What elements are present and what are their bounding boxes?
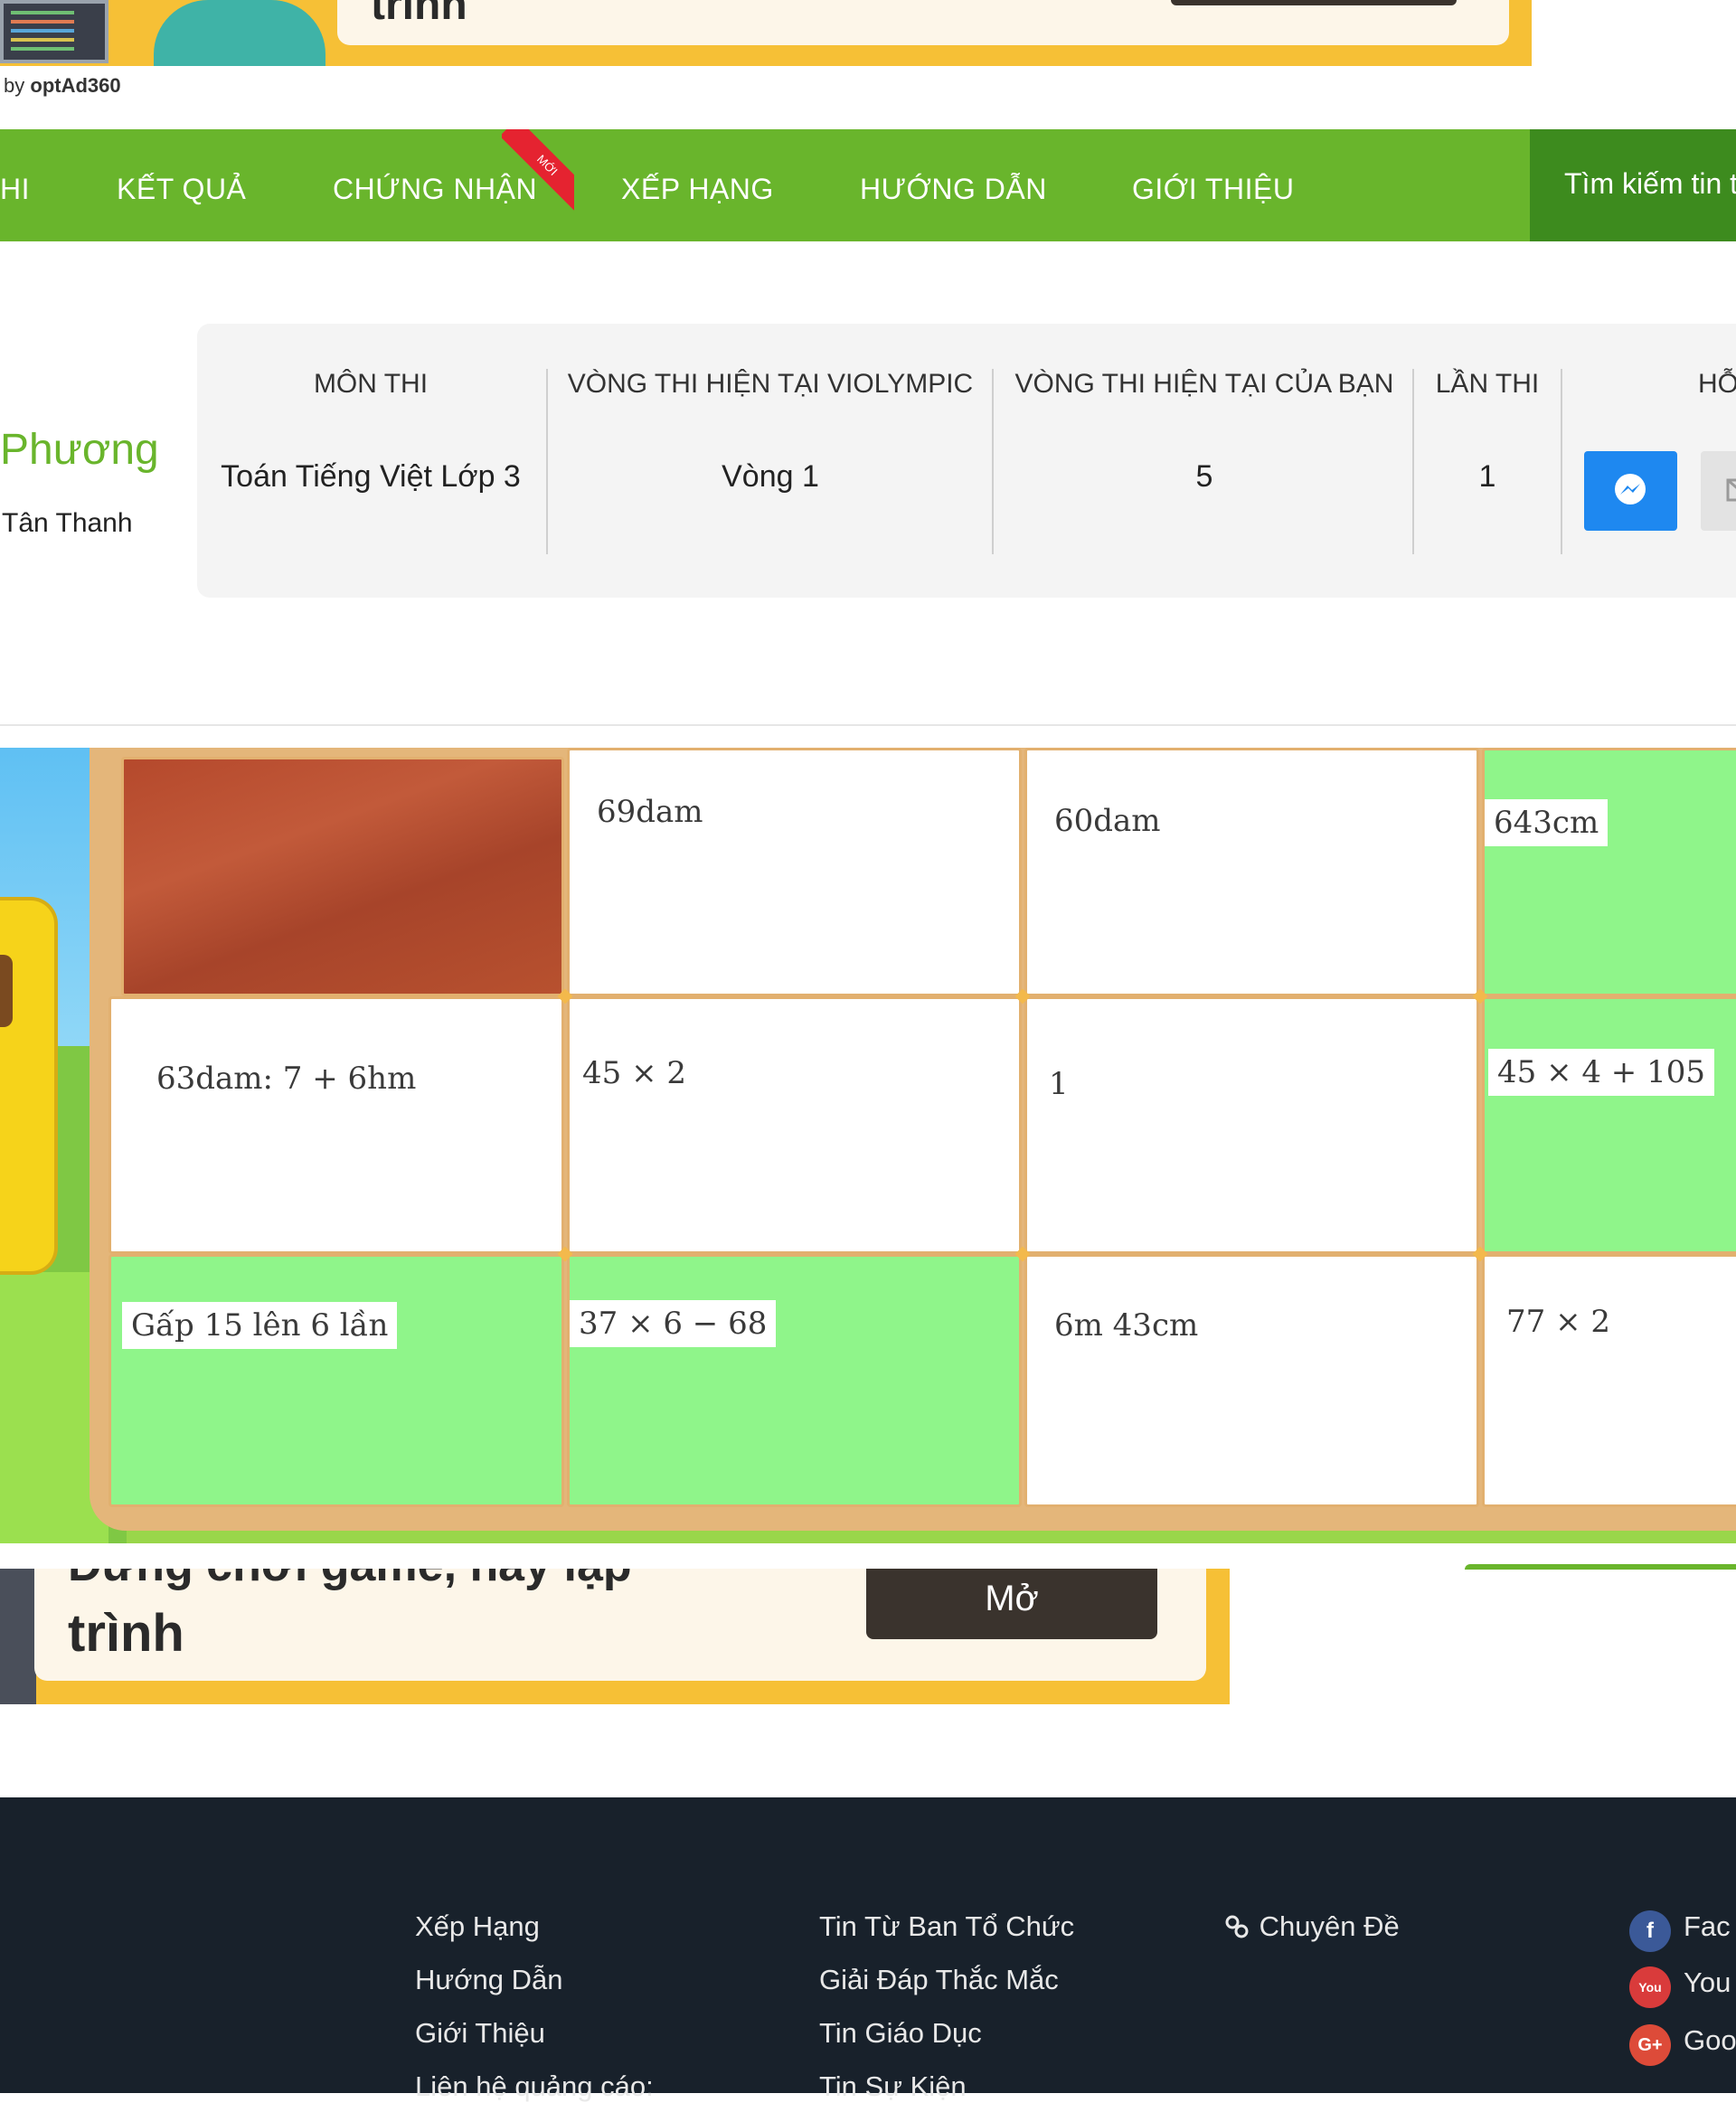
main-nav: HI KẾT QUẢ CHỨNG NHẬN MỚI XẾP HẠNG HƯỚNG… — [0, 129, 1736, 241]
user-name: Phương — [0, 426, 159, 474]
game-cell[interactable]: 6m 43cm — [1024, 1254, 1479, 1507]
site-footer: Xếp Hạng Hướng Dẫn Giới Thiệu Liên hệ qu… — [0, 1797, 1736, 2102]
game-character — [0, 897, 58, 1275]
link-icon — [1225, 1915, 1249, 1938]
footer-youtube-label[interactable]: You — [1684, 1966, 1731, 1999]
exam-info-panel: MÔN THI Toán Tiếng Việt Lớp 3 VÒNG THI H… — [197, 324, 1736, 598]
ad-by-label: by — [4, 74, 25, 97]
ad-photo — [0, 1569, 36, 1704]
footer-link-giai-dap[interactable]: Giải Đáp Thắc Mắc — [819, 1964, 1059, 1996]
game-cell-selected[interactable]: 643cm — [1482, 748, 1736, 996]
game-cell-selected[interactable]: 37 × 6 − 68 — [567, 1254, 1022, 1507]
youtube-icon[interactable]: You — [1629, 1966, 1671, 2008]
game-cell-image — [121, 757, 564, 996]
game-cell[interactable]: 77 × 2 — [1482, 1254, 1736, 1507]
ad-attribution[interactable]: by optAd360 — [4, 74, 121, 98]
game-cell[interactable]: 63dam: 7 + 6hm — [108, 996, 564, 1254]
header-vong-cua-ban: VÒNG THI HIỆN TẠI CỦA BẠN — [1014, 369, 1394, 399]
new-badge: MỚI — [502, 129, 574, 211]
footer-link-huong-dan[interactable]: Hướng Dẫn — [415, 1964, 562, 1996]
chuyen-de-label: Chuyên Đề — [1259, 1910, 1400, 1942]
bottom-advertisement[interactable]: Đừng chơi game, hãy lập trình Mở — [0, 1569, 1230, 1704]
header-lan-thi: LẦN THI — [1435, 369, 1540, 399]
email-button[interactable] — [1701, 451, 1736, 531]
footer-link-ban-to-chuc[interactable]: Tin Từ Ban Tổ Chức — [819, 1910, 1074, 1943]
footer-link-lien-he[interactable]: Liên hệ quảng cáo: — [415, 2070, 654, 2103]
footer-google-label[interactable]: Goo — [1684, 2024, 1736, 2057]
footer-facebook-label[interactable]: Fac — [1684, 1910, 1731, 1943]
game-cell[interactable]: 1 — [1024, 996, 1479, 1254]
game-cell[interactable]: 45 × 2 — [567, 996, 1022, 1254]
value-lan-thi: 1 — [1478, 459, 1496, 494]
value-vong-cua-ban: 5 — [1195, 459, 1213, 494]
game-cell-selected[interactable]: 45 × 4 + 105 — [1482, 996, 1736, 1254]
google-plus-icon[interactable]: G+ — [1629, 2024, 1671, 2066]
footer-link-tin-su-kien[interactable]: Tin Sự Kiện — [819, 2070, 967, 2103]
value-mon-thi: Toán Tiếng Việt Lớp 3 — [221, 459, 521, 494]
facebook-icon[interactable]: f — [1629, 1910, 1671, 1952]
header-vong-violympic: VÒNG THI HIỆN TẠI VIOLYMPIC — [567, 369, 974, 399]
ad-heading-line2: trình — [68, 1604, 184, 1663]
user-school: Tân Thanh — [2, 508, 133, 538]
laptop-image — [0, 0, 108, 63]
column-divider — [1561, 369, 1562, 554]
mail-icon — [1726, 478, 1736, 502]
ad-heading: trình — [371, 0, 467, 29]
top-advertisement[interactable]: trình — [0, 0, 1532, 66]
game-area: 69dam 60dam 643cm 63dam: 7 + 6hm 45 × 2 … — [0, 748, 1736, 1543]
nav-item-gioi-thieu[interactable]: GIỚI THIỆU — [1132, 173, 1294, 206]
messenger-button[interactable] — [1584, 451, 1677, 531]
child-image — [154, 0, 326, 66]
ad-panel — [337, 0, 1509, 45]
decorative-strip — [1465, 1564, 1736, 1570]
section-divider — [0, 724, 1736, 726]
header-ho-tro: HỖ — [1698, 369, 1736, 399]
game-cell-selected[interactable]: Gấp 15 lên 6 lần — [108, 1254, 564, 1507]
footer-link-chuyen-de[interactable]: Chuyên Đề — [1222, 1910, 1400, 1943]
messenger-icon — [1615, 474, 1646, 505]
ad-button[interactable] — [1171, 0, 1457, 5]
ad-heading-line1: Đừng chơi game, hãy lập — [68, 1569, 632, 1592]
ad-brand: optAd360 — [30, 74, 121, 97]
header-mon-thi: MÔN THI — [313, 369, 429, 399]
nav-item-ket-qua[interactable]: KẾT QUẢ — [117, 173, 246, 206]
game-cell[interactable]: 60dam — [1024, 748, 1479, 996]
nav-search-button[interactable]: Tìm kiếm tin t — [1530, 129, 1736, 241]
nav-item-xep-hang[interactable]: XẾP HẠNG — [621, 173, 774, 206]
game-grid: 69dam 60dam 643cm 63dam: 7 + 6hm 45 × 2 … — [108, 748, 1736, 1512]
game-cell[interactable]: 69dam — [567, 748, 1022, 996]
footer-link-tin-giao-duc[interactable]: Tin Giáo Dục — [819, 2017, 982, 2050]
footer-link-gioi-thieu[interactable]: Giới Thiệu — [415, 2017, 545, 2050]
nav-item-thi[interactable]: HI — [0, 173, 30, 206]
ad-open-button[interactable]: Mở — [866, 1569, 1157, 1639]
footer-link-xep-hang[interactable]: Xếp Hạng — [415, 1910, 540, 1943]
nav-item-huong-dan[interactable]: HƯỚNG DẪN — [860, 173, 1047, 206]
value-vong-violympic: Vòng 1 — [722, 459, 819, 494]
